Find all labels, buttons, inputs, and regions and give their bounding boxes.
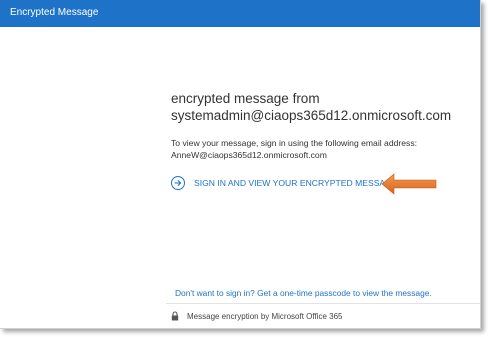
- arrow-right-circle-icon: [171, 176, 185, 190]
- sign-in-label: SIGN IN AND VIEW YOUR ENCRYPTED MESSAGE: [194, 178, 398, 188]
- heading-text: encrypted message from: [171, 91, 320, 106]
- footer-text: Message encryption by Microsoft Office 3…: [187, 311, 343, 321]
- sign-in-instructions: To view your message, sign in using the …: [171, 137, 417, 161]
- orange-arrow-icon: [381, 173, 437, 195]
- footer: Message encryption by Microsoft Office 3…: [171, 311, 342, 321]
- recipient-email: AnneW@ciaops365d12.onmicrosoft.com: [171, 150, 327, 160]
- encrypted-message-window: Encrypted Message encrypted message from…: [0, 0, 481, 329]
- message-heading: encrypted message from systemadmin@ciaop…: [171, 90, 451, 124]
- title-bar: Encrypted Message: [0, 0, 480, 27]
- one-time-passcode-link[interactable]: Don't want to sign in? Get a one-time pa…: [175, 288, 432, 298]
- sender-address: systemadmin@ciaops365d12.onmicrosoft.com: [171, 108, 452, 123]
- instruction-text: To view your message, sign in using the …: [171, 138, 417, 148]
- lock-icon: [171, 311, 179, 321]
- sign-in-view-message-button[interactable]: SIGN IN AND VIEW YOUR ENCRYPTED MESSAGE: [171, 176, 398, 190]
- footer-divider: [166, 303, 480, 304]
- window-title: Encrypted Message: [10, 7, 99, 18]
